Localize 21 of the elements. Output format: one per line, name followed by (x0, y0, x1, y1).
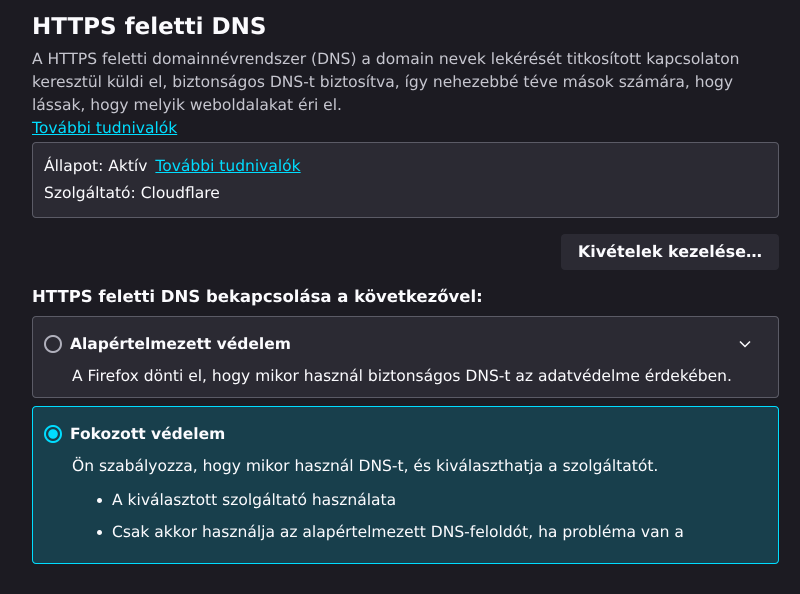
bullet-icon (97, 530, 102, 534)
bullet-item: Csak akkor használja az alapértelmezett DNS-feloldót, ha probléma van a (112, 522, 684, 543)
section-title: HTTPS feletti DNS (32, 13, 268, 42)
chevron-down-icon[interactable] (739, 340, 751, 348)
manage-exceptions-button[interactable]: Kivételek kezelése… (560, 234, 779, 270)
bullet-icon (97, 498, 102, 502)
description-text: A HTTPS feletti domainnévrendszer (DNS) a domain nevek lekérését titkosított kapcsolaton keresztül küldi el, biztonságos DNS-t biztosítva, így nehezebbé téve mások számára, hogy lássak, hogy melyik weboldalakat éri el. (32, 49, 740, 116)
provider-text: Szolgáltató: Cloudflare (44, 183, 221, 204)
status-text: Állapot: Aktív (44, 156, 148, 177)
option-description: Ön szabályozza, hogy mikor használ DNS-t, és kiválaszthatja a szolgáltatót. (72, 456, 660, 477)
options-heading: HTTPS feletti DNS bekapcsolása a következővel: (32, 286, 484, 308)
bullet-item: A kiválasztott szolgáltató használata (112, 490, 396, 511)
learn-more-link[interactable]: További tudnivalók (32, 119, 178, 137)
option-label: Fokozott védelem (70, 424, 226, 445)
radio-button[interactable] (44, 335, 62, 353)
learn-more-link[interactable]: További tudnivalók (155, 153, 301, 180)
option-label: Alapértelmezett védelem (70, 334, 291, 355)
radio-button[interactable] (44, 425, 62, 443)
protection-option[interactable]: Alapértelmezett védelem A Firefox dönti el, hogy mikor használ biztonságos DNS-t az adatvédelme érdekében. (32, 316, 779, 398)
option-description: A Firefox dönti el, hogy mikor használ biztonságos DNS-t az adatvédelme érdekében. (72, 366, 733, 387)
protection-option[interactable] (32, 406, 779, 564)
